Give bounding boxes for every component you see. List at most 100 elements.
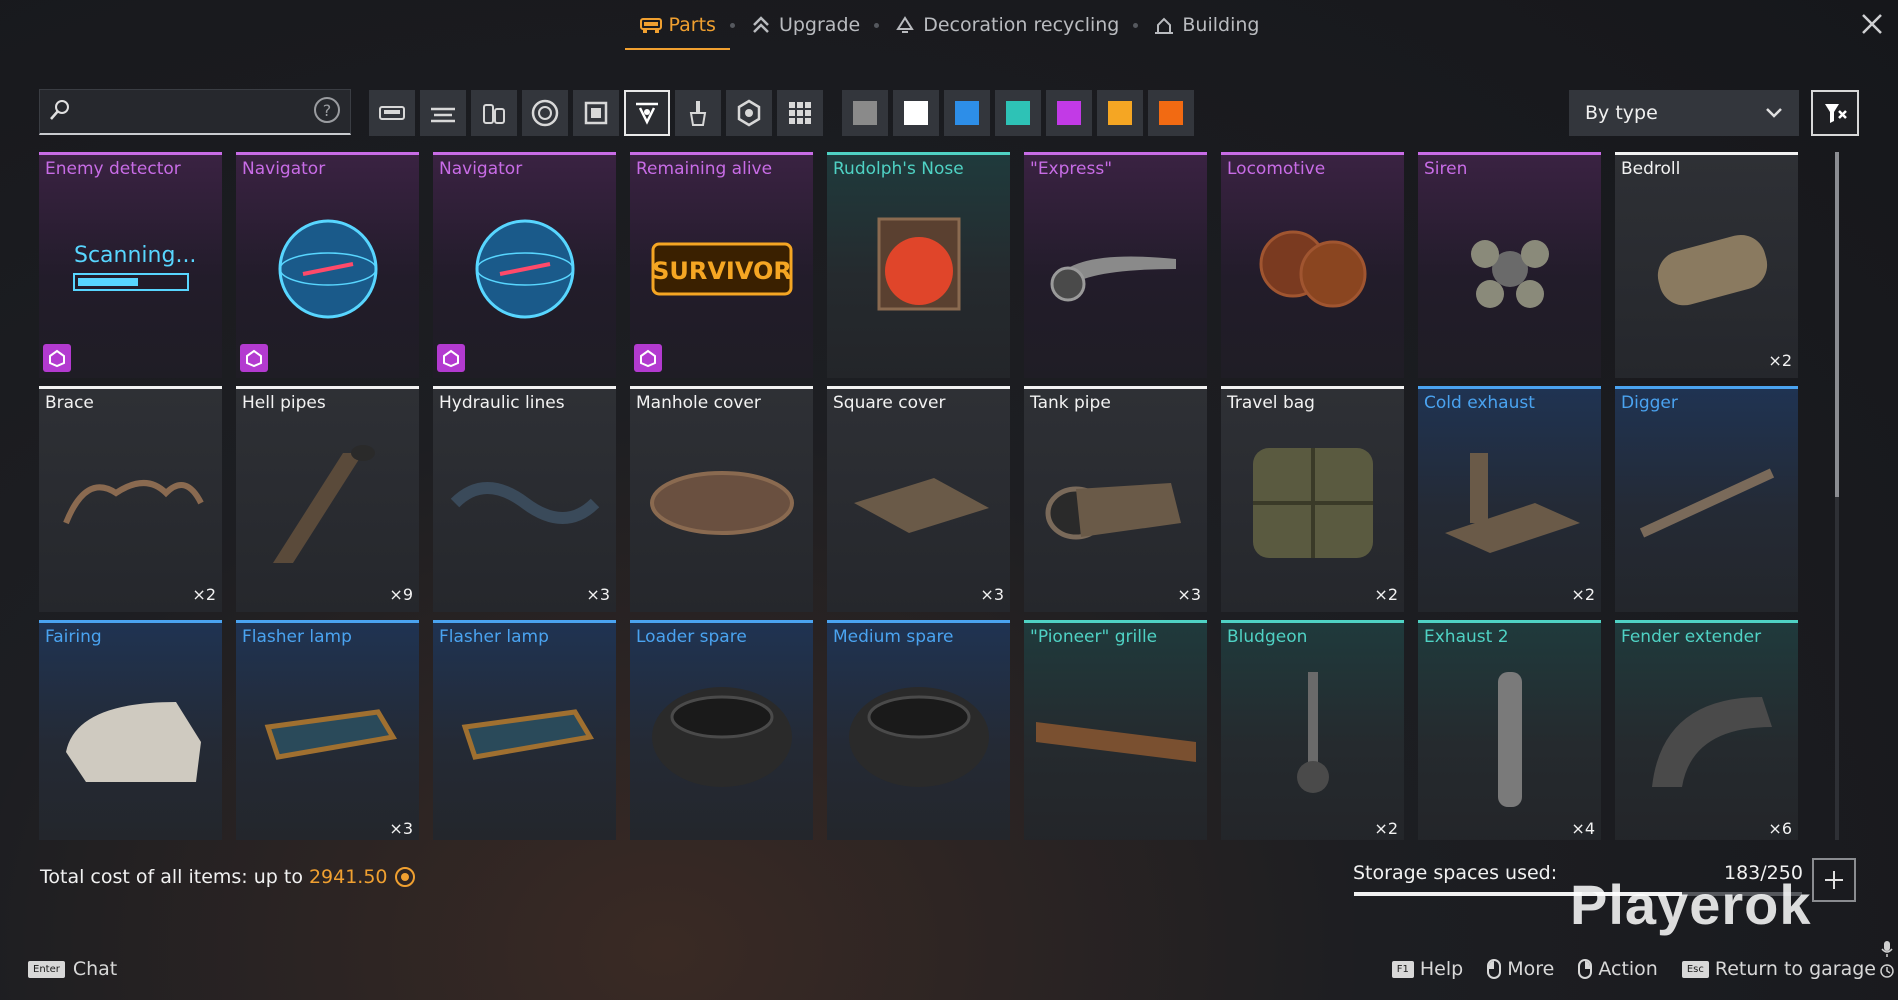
return-garage-hint[interactable]: Esc Return to garage: [1681, 958, 1876, 980]
tab-parts[interactable]: Parts: [624, 0, 731, 50]
item-card[interactable]: Brace ×2: [39, 386, 222, 612]
item-card[interactable]: Enemy detector Scanning...: [39, 152, 222, 378]
sort-dropdown[interactable]: By type: [1569, 90, 1799, 136]
item-name: Fairing: [45, 627, 102, 647]
tab-decoration-recycling[interactable]: Decoration recycling: [879, 0, 1133, 50]
color-filter-blue[interactable]: [944, 90, 990, 136]
mouse-left-icon: [1487, 959, 1502, 979]
category-wheels-button[interactable]: [522, 90, 568, 136]
hint-label: Help: [1419, 958, 1464, 980]
item-name: Bludgeon: [1227, 627, 1308, 647]
item-name: Locomotive: [1227, 159, 1326, 179]
item-image: [1615, 423, 1798, 582]
search-input[interactable]: [72, 100, 312, 123]
category-all-button[interactable]: [777, 90, 823, 136]
item-name: Hell pipes: [242, 393, 326, 413]
item-card[interactable]: Flasher lamp: [433, 620, 616, 840]
item-card[interactable]: Locomotive: [1221, 152, 1404, 378]
scrollbar-thumb[interactable]: [1835, 152, 1839, 497]
item-card[interactable]: Navigator: [433, 152, 616, 378]
category-decor-button[interactable]: [624, 90, 670, 136]
category-armor-button[interactable]: [573, 90, 619, 136]
item-card[interactable]: Flasher lamp ×3: [236, 620, 419, 840]
item-image: [433, 423, 616, 582]
help-icon[interactable]: ?: [312, 95, 342, 129]
tanks-icon: [483, 104, 505, 124]
watermark-logo: Playerok: [1570, 873, 1812, 936]
color-swatch: [904, 101, 928, 125]
add-storage-button[interactable]: [1812, 858, 1856, 902]
item-name: "Express": [1030, 159, 1113, 179]
item-card[interactable]: Fairing: [39, 620, 222, 840]
chat-button[interactable]: Enter Chat: [28, 958, 117, 980]
item-card[interactable]: "Pioneer" grille: [1024, 620, 1207, 840]
item-card[interactable]: Exhaust 2 ×4: [1418, 620, 1601, 840]
item-name: Exhaust 2: [1424, 627, 1509, 647]
color-filter-red-orange[interactable]: [1148, 90, 1194, 136]
close-button[interactable]: [1856, 8, 1888, 40]
item-image: [1221, 423, 1404, 582]
item-card[interactable]: Hell pipes ×9: [236, 386, 419, 612]
tab-upgrade[interactable]: Upgrade: [735, 0, 874, 50]
item-card[interactable]: Siren: [1418, 152, 1601, 378]
chat-label: Chat: [72, 958, 118, 980]
item-quantity: ×3: [980, 585, 1004, 604]
item-image: SURVIVOR: [630, 189, 813, 348]
item-image: [1024, 423, 1207, 582]
item-image: [236, 189, 419, 348]
item-image: [1024, 189, 1207, 348]
tab-label: Upgrade: [778, 14, 861, 36]
dlc-badge-icon: [43, 344, 71, 372]
clear-filter-button[interactable]: [1811, 90, 1859, 136]
color-filter-gray[interactable]: [842, 90, 888, 136]
item-image: [236, 423, 419, 582]
item-card[interactable]: Tank pipe ×3: [1024, 386, 1207, 612]
color-filter-white[interactable]: [893, 90, 939, 136]
category-tanks-button[interactable]: [471, 90, 517, 136]
search-box[interactable]: ?: [39, 89, 351, 135]
color-filter-orange[interactable]: [1097, 90, 1143, 136]
item-quantity: ×4: [1571, 819, 1595, 838]
item-card[interactable]: Rudolph's Nose: [827, 152, 1010, 378]
item-quantity: ×2: [1571, 585, 1595, 604]
hint-label: Action: [1598, 958, 1658, 980]
item-name: Flasher lamp: [242, 627, 352, 647]
bottom-hint-bar: Enter Chat F1 Help More Action Esc Retur…: [0, 958, 1898, 988]
item-card[interactable]: Bedroll ×2: [1615, 152, 1798, 378]
category-gears-button[interactable]: [726, 90, 772, 136]
category-paint-button[interactable]: [675, 90, 721, 136]
item-card[interactable]: Cold exhaust ×2: [1418, 386, 1601, 612]
item-name: Square cover: [833, 393, 946, 413]
more-hint[interactable]: More: [1487, 958, 1554, 980]
item-image: [1221, 657, 1404, 816]
color-filter-cyan[interactable]: [995, 90, 1041, 136]
frames-icon: [431, 107, 455, 123]
item-card[interactable]: Travel bag ×2: [1221, 386, 1404, 612]
item-card[interactable]: Bludgeon ×2: [1221, 620, 1404, 840]
category-frames-button[interactable]: [420, 90, 466, 136]
item-card[interactable]: Digger: [1615, 386, 1798, 612]
item-card[interactable]: Medium spare: [827, 620, 1010, 840]
item-image: Scanning...: [39, 189, 222, 348]
item-card[interactable]: Manhole cover: [630, 386, 813, 612]
item-card[interactable]: Fender extender ×6: [1615, 620, 1798, 840]
side-status-icons: [1880, 940, 1894, 978]
item-card[interactable]: Navigator: [236, 152, 419, 378]
f1-key-icon: F1: [1391, 960, 1414, 978]
item-card[interactable]: Loader spare: [630, 620, 813, 840]
hint-list: F1 Help More Action Esc Return to garage: [1391, 958, 1876, 980]
category-cabins-button[interactable]: [369, 90, 415, 136]
color-swatch: [1006, 101, 1030, 125]
search-icon: [48, 98, 72, 126]
scrollbar[interactable]: [1835, 152, 1839, 840]
item-card[interactable]: Remaining alive SURVIVOR: [630, 152, 813, 378]
item-card[interactable]: "Express": [1024, 152, 1207, 378]
action-hint[interactable]: Action: [1578, 958, 1658, 980]
tab-building[interactable]: Building: [1138, 0, 1273, 50]
wheels-icon: [531, 99, 559, 127]
item-card[interactable]: Hydraulic lines ×3: [433, 386, 616, 612]
item-image: [1418, 189, 1601, 348]
color-filter-purple[interactable]: [1046, 90, 1092, 136]
item-card[interactable]: Square cover ×3: [827, 386, 1010, 612]
help-hint[interactable]: F1 Help: [1391, 958, 1464, 980]
